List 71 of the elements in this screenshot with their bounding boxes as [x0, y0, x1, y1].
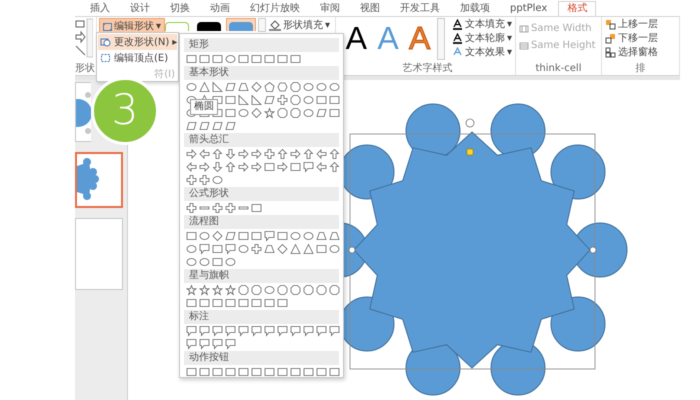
text-command[interactable]: 文本效果 ▾ — [450, 46, 513, 59]
layer-order-icon — [605, 19, 616, 30]
shape-fill-command[interactable]: 形状填充 ▾ — [268, 19, 332, 32]
gallery-section-header: 星与旗帜 — [184, 269, 339, 283]
group-label: 排 — [634, 63, 646, 75]
same-width-command: Same Width — [518, 22, 597, 35]
selection-pane-icon — [605, 47, 616, 58]
ribbon-tab[interactable]: 幻灯片放映 — [241, 1, 309, 16]
shape-row-drawing[interactable] — [185, 81, 341, 93]
ribbon-tab[interactable]: 动画 — [201, 1, 239, 16]
equal-width-icon — [519, 24, 529, 34]
ribbon-tab[interactable]: 加载项 — [451, 1, 499, 16]
text-command[interactable]: 文本填充 ▾ — [450, 18, 513, 31]
text-command[interactable]: 文本轮廓 ▾ — [450, 32, 513, 45]
ribbon-tab[interactable]: 审阅 — [311, 1, 349, 16]
gallery-section-header: 流程图 — [184, 215, 339, 229]
slide-thumbnail[interactable] — [75, 82, 91, 142]
resize-handle[interactable] — [348, 246, 356, 254]
ribbon-tab[interactable]: 切换 — [161, 1, 199, 16]
shape-row-drawing[interactable] — [185, 325, 341, 337]
ribbon-tab[interactable]: 插入 — [81, 1, 119, 16]
menu-item[interactable]: 编辑顶点(E) — [98, 50, 177, 66]
shape-row-drawing[interactable] — [185, 202, 263, 214]
gallery-section-header: 公式形状 — [184, 187, 339, 201]
arrange-command[interactable]: 选择窗格 — [604, 46, 659, 59]
ribbon-tab[interactable]: 格式 — [558, 1, 596, 16]
group-label: 艺术字样式 — [402, 63, 454, 75]
shape-row-drawing[interactable] — [185, 338, 237, 350]
gallery-section-header: 标注 — [184, 310, 339, 324]
change-shape-icon — [100, 37, 111, 47]
ribbon-tab[interactable]: 视图 — [351, 1, 389, 16]
ribbon-tab[interactable]: 开发工具 — [391, 1, 449, 16]
slide-thumbnail[interactable] — [75, 218, 123, 290]
text-style-icon — [452, 19, 463, 30]
shape-row-drawing[interactable] — [185, 230, 341, 242]
group-label: think-cell — [534, 63, 582, 75]
shape-row-drawing[interactable] — [185, 148, 341, 160]
paint-bucket-icon — [269, 20, 281, 31]
tooltip: 椭圆 — [190, 99, 218, 115]
gallery-section-header: 矩形 — [184, 38, 339, 52]
layer-order-icon — [605, 33, 616, 44]
shape-row-drawing[interactable] — [185, 284, 341, 296]
edit-points-icon — [100, 53, 111, 63]
adjust-handle[interactable] — [466, 148, 474, 156]
resize-handle[interactable] — [590, 246, 596, 254]
shape-row-drawing[interactable] — [185, 120, 237, 132]
gallery-section-header: 动作按钮 — [184, 351, 339, 365]
same-height-command: Same Height — [518, 39, 597, 52]
arrange-command[interactable]: 上移一层 — [604, 18, 659, 31]
ribbon-tab[interactable]: pptPlex — [501, 1, 556, 16]
menu-item[interactable]: 更改形状(N) ▸ — [98, 34, 177, 50]
shape-row-drawing[interactable] — [185, 174, 224, 186]
wordart-style[interactable]: A — [342, 18, 371, 58]
shape-row-drawing[interactable] — [185, 297, 289, 309]
text-style-icon — [452, 33, 463, 44]
group-label: 形状 — [75, 63, 96, 75]
gallery-section-header: 基本形状 — [184, 66, 339, 80]
shape-row-drawing[interactable] — [185, 256, 237, 268]
edit-points-icon — [103, 22, 112, 30]
shape-row-drawing[interactable] — [185, 366, 341, 378]
shape-row-drawing[interactable] — [185, 53, 302, 65]
equal-height-icon — [519, 40, 529, 50]
rotation-handle[interactable] — [466, 118, 474, 128]
circle-shape — [550, 144, 606, 200]
shape-row-drawing[interactable] — [185, 161, 341, 173]
text-style-icon — [452, 47, 463, 58]
ribbon-tab[interactable]: 设计 — [121, 1, 159, 16]
arrange-command[interactable]: 下移一层 — [604, 32, 659, 45]
gallery-section-header: 箭头总汇 — [184, 133, 339, 147]
shape-row-drawing[interactable] — [185, 243, 341, 255]
slide-thumbnail[interactable] — [75, 152, 123, 208]
